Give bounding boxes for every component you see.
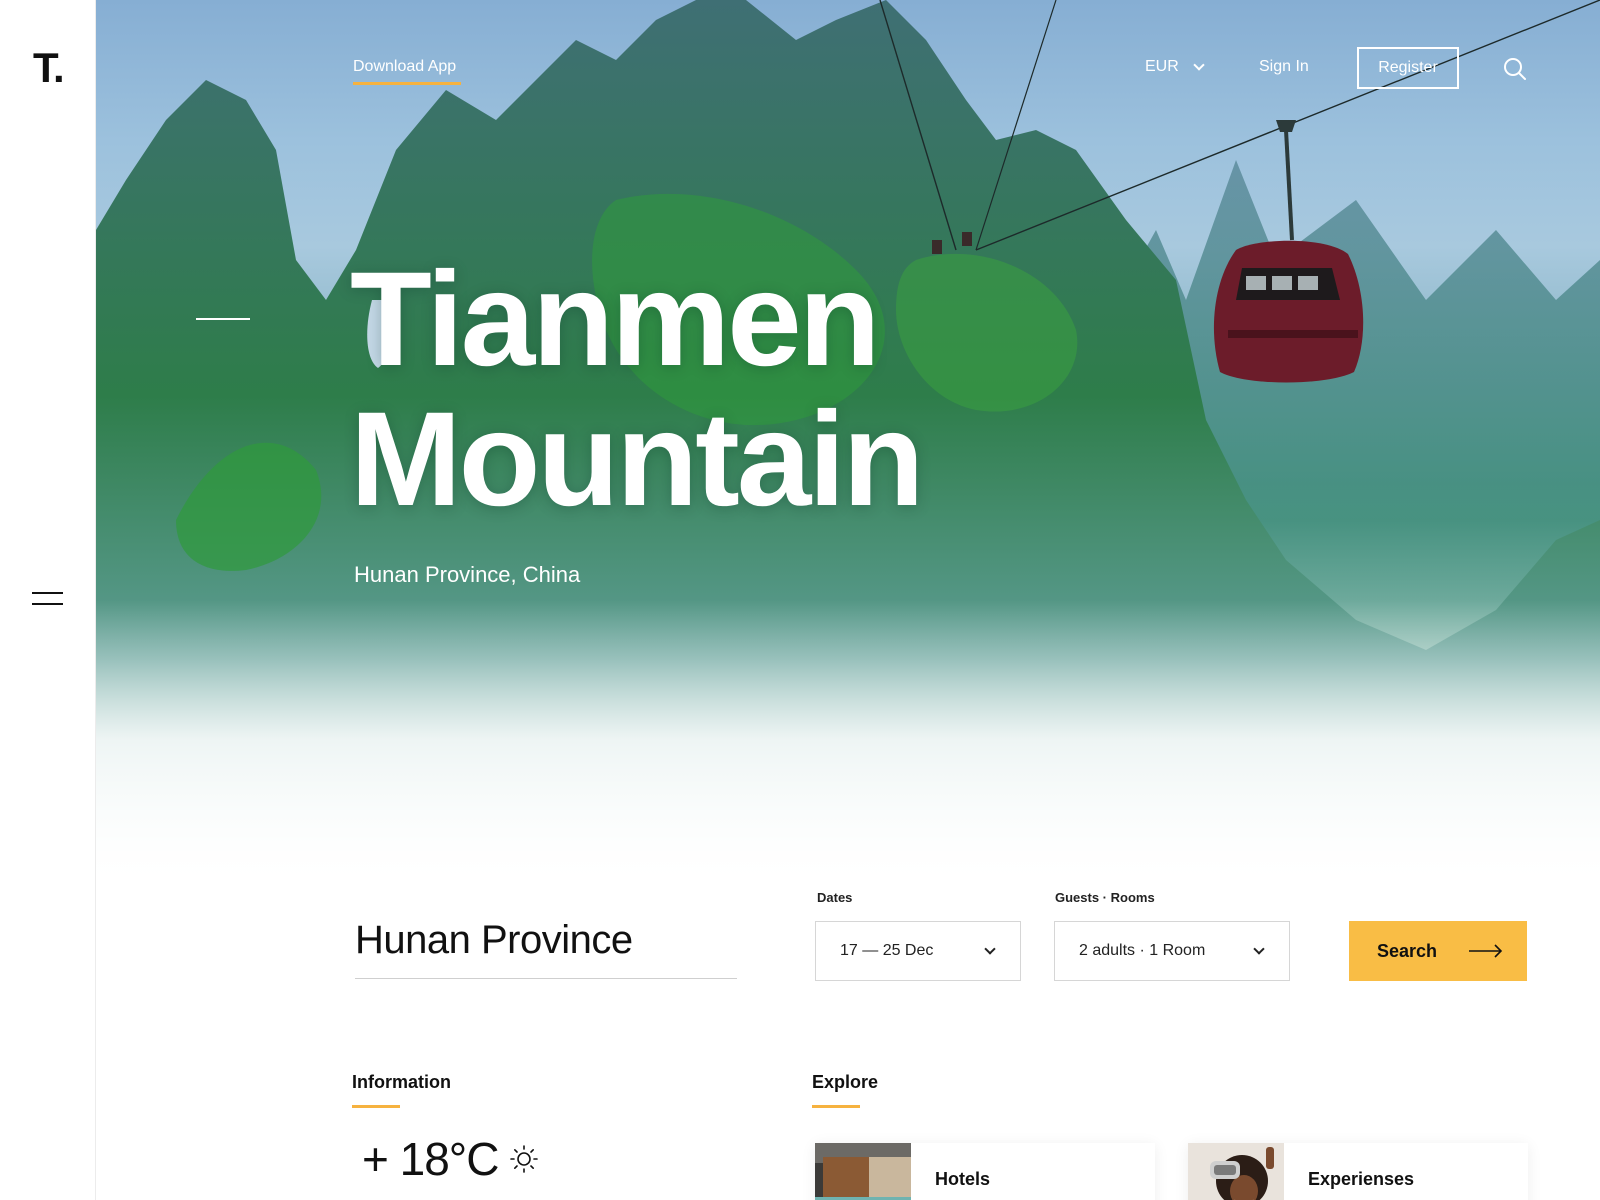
experiences-thumbnail <box>1188 1143 1284 1200</box>
guests-rooms-select[interactable]: 2 adults · 1 Room <box>1054 921 1290 981</box>
guests-rooms-value: 2 adults · 1 Room <box>1079 942 1206 959</box>
register-button[interactable]: Register <box>1357 47 1459 89</box>
guests-rooms-label: Guests · Rooms <box>1055 890 1155 905</box>
left-rail: T. <box>0 0 96 1200</box>
sun-icon <box>510 1145 538 1173</box>
hotels-thumbnail <box>815 1143 911 1200</box>
hero-dash-decoration <box>196 318 250 320</box>
menu-icon[interactable] <box>32 590 64 608</box>
hero-title: Tianmen Mountain <box>350 245 924 534</box>
logo[interactable]: T. <box>33 44 65 92</box>
search-button-label: Search <box>1377 940 1438 961</box>
experiences-label: Experienses <box>1308 1169 1415 1189</box>
explore-card-experiences[interactable]: Experienses <box>1188 1143 1528 1200</box>
search-button[interactable]: Search <box>1349 921 1527 981</box>
hotels-label: Hotels <box>935 1169 991 1189</box>
chevron-down-icon <box>1193 59 1205 71</box>
information-underline <box>352 1105 400 1108</box>
temperature-value: + 18°C <box>362 1133 499 1185</box>
search-icon[interactable] <box>1503 57 1527 81</box>
destination-input[interactable]: Hunan Province <box>355 918 633 963</box>
chevron-down-icon <box>984 943 996 955</box>
sign-in-link[interactable]: Sign In <box>1259 58 1309 76</box>
dates-label: Dates <box>817 890 853 905</box>
explore-title: Explore <box>812 1072 879 1092</box>
dates-select[interactable]: 17 — 25 Dec <box>815 921 1021 981</box>
explore-card-hotels[interactable]: Hotels <box>815 1143 1155 1200</box>
destination-underline <box>355 978 737 979</box>
hero-subtitle: Hunan Province, China <box>354 562 581 587</box>
download-app-underline <box>353 82 461 85</box>
arrow-right-icon <box>1469 944 1503 958</box>
explore-underline <box>812 1105 860 1108</box>
hero-title-line1: Tianmen <box>350 245 881 394</box>
information-title: Information <box>352 1072 451 1092</box>
currency-label: EUR <box>1145 58 1179 75</box>
dates-value: 17 — 25 Dec <box>840 942 934 959</box>
download-app-link[interactable]: Download App <box>353 58 456 76</box>
currency-selector[interactable]: EUR <box>1145 58 1205 76</box>
hero-title-line2: Mountain <box>350 385 924 534</box>
chevron-down-icon <box>1253 943 1265 955</box>
